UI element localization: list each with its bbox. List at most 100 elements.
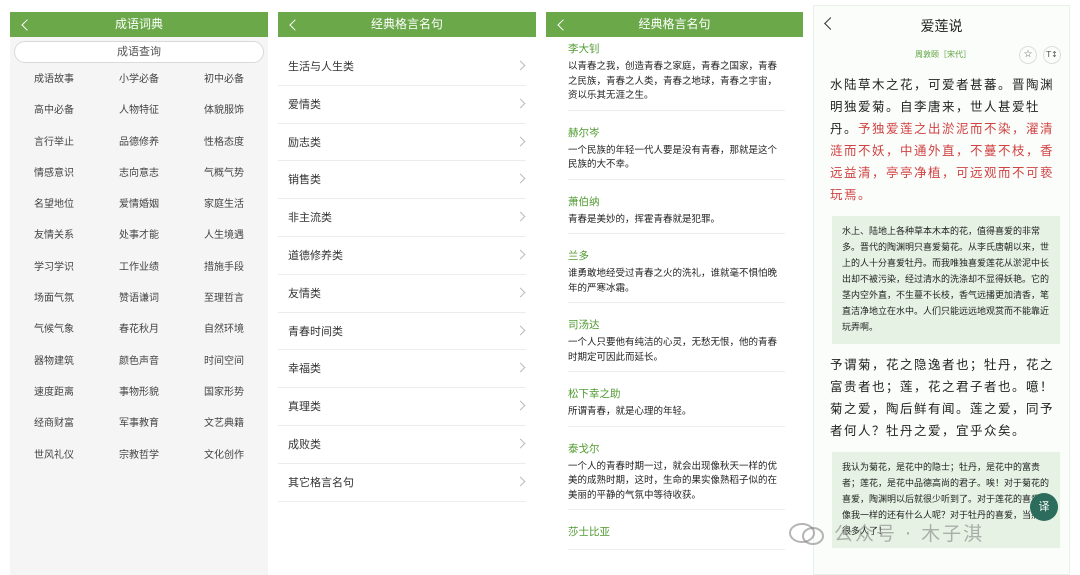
quote-text: 一个人的青春时期一过，就会出现像秋天一样的优美的成熟时期，这时，生命的果实像熟稻… <box>568 460 778 501</box>
quote-category-item[interactable]: 生活与人生类 <box>278 48 526 86</box>
idiom-category-item[interactable]: 场面气氛 <box>10 292 95 323</box>
quote-category-item[interactable]: 幸福类 <box>278 350 526 389</box>
category-list: 生活与人生类爱情类励志类销售类非主流类道德修养类友情类青春时间类 幸福类 真理类成败… <box>278 48 536 502</box>
idiom-category-item[interactable]: 军事教育 <box>95 417 180 448</box>
header-bar: 成语词典 <box>10 12 268 37</box>
quote-category-item[interactable]: 其它格言名句 <box>278 464 526 502</box>
watermark-text: 公众号 · 木子淇 <box>834 523 985 545</box>
idiom-category-item[interactable]: 人物特征 <box>95 104 180 135</box>
idiom-category-item[interactable]: 情感意识 <box>10 167 95 198</box>
idiom-category-item[interactable]: 人生境遇 <box>180 229 265 260</box>
quote-category-item[interactable]: 非主流类 <box>278 199 526 237</box>
idiom-category-item[interactable]: 文化创作 <box>180 449 265 480</box>
quote-category-label: 销售类 <box>288 173 321 187</box>
quote-item[interactable]: 萧伯纳青春是美妙的，挥霍青春就是犯罪。 <box>568 194 785 234</box>
idiom-category-item[interactable]: 成语故事 <box>10 73 95 104</box>
idiom-category-item[interactable]: 世风礼仪 <box>10 449 95 480</box>
idiom-category-item[interactable]: 初中必备 <box>180 73 265 104</box>
quote-item[interactable]: 司汤达一个人只要他有纯洁的心灵，无愁无恨，他的青春时期定可因此而延长。 <box>568 317 785 372</box>
idiom-category-item[interactable]: 速度距离 <box>10 386 95 417</box>
quote-category-label: 友情类 <box>288 286 321 300</box>
idiom-category-item[interactable]: 志向意志 <box>95 167 180 198</box>
quote-category-label: 爱情类 <box>288 97 321 111</box>
quote-category-item[interactable]: 励志类 <box>278 124 526 162</box>
quote-author: 李大钊 <box>568 43 600 55</box>
quote-item[interactable]: 泰戈尔一个人的青春时期一过，就会出现像秋天一样的优美的成熟时期，这时，生命的果实… <box>568 441 785 510</box>
quote-author: 司汤达 <box>568 319 600 331</box>
quote-item[interactable]: 赫尔岑 一个民族的年轻一代人要是没有青春，那就是这个民族的大不幸。 <box>568 125 785 180</box>
idiom-category-item[interactable]: 文艺典籍 <box>180 417 265 448</box>
idiom-category-item[interactable]: 颜色声音 <box>95 355 180 386</box>
idiom-category-item[interactable]: 工作业绩 <box>95 261 180 292</box>
idiom-category-item[interactable]: 家庭生活 <box>180 198 265 229</box>
idiom-search-button[interactable]: 成语查询 <box>14 41 264 63</box>
idiom-category-item[interactable]: 春花秋月 <box>95 323 180 354</box>
poem-text-part2: 予谓菊，花之隐逸者也；牡丹，花之富贵者也；莲，花之君子者也。噫！菊之爱，陶后鲜有… <box>830 357 1055 438</box>
quote-category-item[interactable]: 道德修养类 <box>278 237 526 275</box>
poem-detail-screen: 爱莲说 周敦颐［宋代］ ☆ T↕ 水陆草木之花，可爱者甚蕃。晋陶渊明独爱菊。自李… <box>813 5 1070 575</box>
quote-author: 泰戈尔 <box>568 442 600 455</box>
idiom-category-item[interactable]: 宗教哲学 <box>95 449 180 480</box>
quote-category-label: 道德修养类 <box>288 248 343 262</box>
idiom-category-item[interactable]: 高中必备 <box>10 104 95 135</box>
idiom-category-item[interactable]: 时间空间 <box>180 355 265 386</box>
idiom-category-item[interactable]: 赞语谦词 <box>95 292 180 323</box>
poem-text-part1: 水陆草木之花，可爱者甚蕃。晋陶渊明独爱菊。自李唐来，世人甚爱牡丹。予独爱莲之出淤… <box>814 66 1069 206</box>
quote-item[interactable]: 兰多 谁勇敢地经受过青春之火的洗礼，谁就毫不惧怕晚年的严寒冰霜。 <box>568 248 785 303</box>
idiom-category-item[interactable]: 气概气势 <box>180 167 265 198</box>
idiom-category-item[interactable]: 至理哲言 <box>180 292 265 323</box>
quote-author: 赫尔岑 <box>568 126 600 139</box>
chevron-right-icon <box>515 400 526 411</box>
poem-author[interactable]: 周敦颐［宋代］ <box>915 49 971 60</box>
idiom-category-item[interactable]: 处事才能 <box>95 229 180 260</box>
idiom-category-item[interactable]: 言行举止 <box>10 136 95 167</box>
chevron-right-icon <box>515 325 526 336</box>
idiom-category-item[interactable]: 友情关系 <box>10 229 95 260</box>
chevron-right-icon <box>515 211 526 222</box>
poem-title: 爱莲说 <box>920 19 963 35</box>
watermark: 公众号 · 木子淇 <box>786 518 1056 550</box>
quotes-screen: 经典格言名句 李大钊 以青春之我，创造青春之家庭，青春之国家，青春之民族，青春之人… <box>546 12 803 575</box>
translate-button[interactable]: 译 <box>1030 493 1058 521</box>
quote-category-item[interactable]: 成败类 <box>278 426 526 464</box>
idiom-category-item[interactable]: 自然环境 <box>180 323 265 354</box>
quote-category-label: 成败类 <box>288 437 321 451</box>
back-arrow-icon[interactable] <box>19 12 33 37</box>
idiom-category-item[interactable]: 爱情婚姻 <box>95 198 180 229</box>
idiom-category-item[interactable]: 器物建筑 <box>10 355 95 386</box>
quote-author: 松下幸之助 <box>568 388 621 400</box>
idiom-category-item[interactable]: 品德修养 <box>95 136 180 167</box>
quote-item[interactable]: 李大钊以青春之我，创造青春之家庭，青春之国家，青春之民族，青春之人类，青春之地球… <box>568 41 785 111</box>
idiom-category-item[interactable]: 气候气象 <box>10 323 95 354</box>
quote-text: 青春是美妙的，挥霍青春就是犯罪。 <box>568 213 721 225</box>
idiom-category-item[interactable]: 国家形势 <box>180 386 265 417</box>
quote-author: 莎士比亚 <box>568 526 610 538</box>
quote-text: 以青春之我，创造青春之家庭，青春之国家，青春之民族，青春之人类，青春之地球，青春… <box>568 61 778 101</box>
star-icon[interactable]: ☆ <box>1019 46 1037 64</box>
poem-header: 爱莲说 <box>814 6 1069 44</box>
quote-category-item[interactable]: 销售类 <box>278 161 526 200</box>
quote-text: 一个人只要他有纯洁的心灵，无愁无恨，他的青春时期定可因此而延长。 <box>568 337 778 363</box>
quote-category-item[interactable]: 青春时间类 <box>278 313 526 351</box>
quote-category-item[interactable]: 真理类 <box>278 388 526 426</box>
chevron-right-icon <box>515 98 526 109</box>
quote-item[interactable]: 莎士比亚 <box>568 524 785 550</box>
idiom-category-item[interactable]: 小学必备 <box>95 73 180 104</box>
idiom-category-item[interactable]: 学习学识 <box>10 261 95 292</box>
quote-category-item[interactable]: 爱情类 <box>278 86 526 124</box>
quote-item[interactable]: 松下幸之助 所谓青春，就是心理的年轻。 <box>568 386 785 427</box>
idiom-category-item[interactable]: 经商财富 <box>10 417 95 448</box>
font-size-icon[interactable]: T↕ <box>1043 46 1061 64</box>
idiom-category-item[interactable]: 措施手段 <box>180 261 265 292</box>
back-arrow-icon[interactable] <box>287 12 301 37</box>
chevron-right-icon <box>515 136 526 147</box>
quote-author: 萧伯纳 <box>568 195 600 208</box>
idiom-category-item[interactable]: 性格态度 <box>180 136 265 167</box>
translation-block: 水上、陆地上各种草本木本的花，值得喜爱的非常多。晋代的陶渊明只喜爱菊花。从李氏唐… <box>832 216 1060 344</box>
back-arrow-icon[interactable] <box>555 12 569 37</box>
idiom-category-item[interactable]: 体貌服饰 <box>180 104 265 135</box>
idiom-category-item[interactable]: 名望地位 <box>10 198 95 229</box>
chevron-right-icon <box>515 173 526 184</box>
quote-category-item[interactable]: 友情类 <box>278 275 526 313</box>
idiom-category-item[interactable]: 事物形貌 <box>95 386 180 417</box>
